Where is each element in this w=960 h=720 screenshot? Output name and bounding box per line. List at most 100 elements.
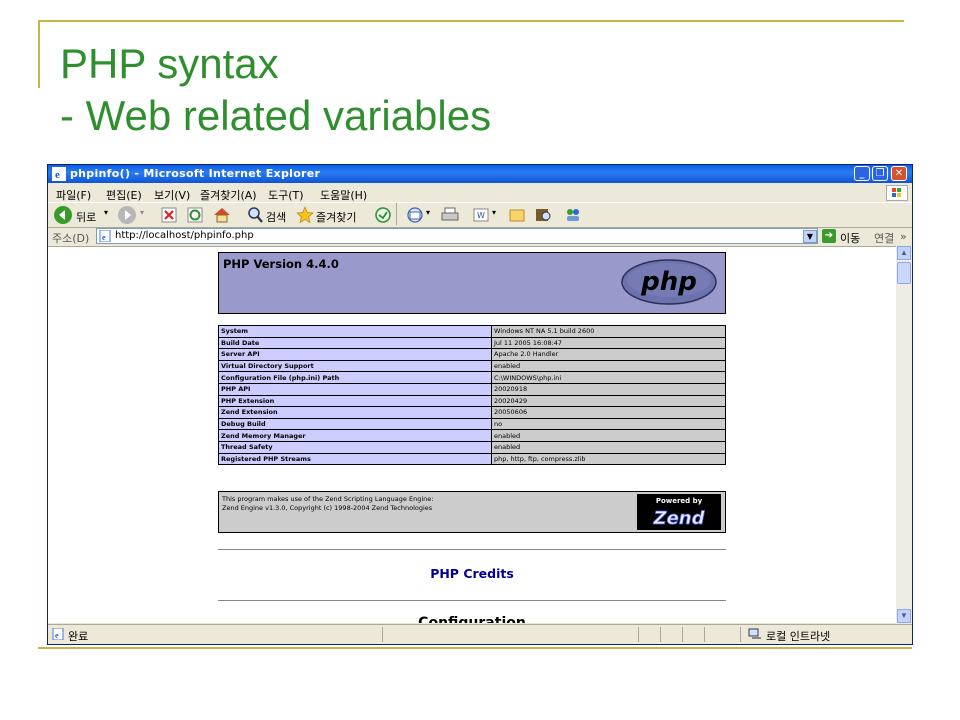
phpinfo-header: PHP Version 4.4.0 php (218, 252, 726, 314)
edit-dropdown-icon[interactable]: ▾ (492, 208, 496, 226)
links-chevron-icon[interactable]: » (900, 230, 907, 243)
svg-text:e: e (102, 233, 106, 242)
row-value: 20020918 (491, 382, 726, 396)
row-value: Apache 2.0 Handler (491, 348, 726, 361)
svg-text:e: e (55, 169, 60, 181)
status-separator (740, 627, 741, 642)
address-input[interactable]: e http://localhost/phpinfo.php ▼ (96, 228, 818, 244)
address-bar: 주소(D) e http://localhost/phpinfo.php ▼ ➔… (48, 228, 912, 246)
print-icon[interactable] (440, 206, 460, 224)
menu-view[interactable]: 보기(V) (154, 187, 190, 203)
row-value: Jul 11 2005 16:08:47 (491, 336, 726, 350)
menu-file[interactable]: 파일(F) (56, 187, 91, 203)
zend-line-1: This program makes use of the Zend Scrip… (222, 495, 434, 503)
mail-icon[interactable] (406, 206, 424, 224)
refresh-icon[interactable] (186, 206, 204, 224)
page-viewport: PHP Version 4.4.0 php System Windows NT N… (48, 246, 896, 623)
row-key: System (218, 325, 492, 338)
status-separator (704, 627, 705, 642)
back-button-label[interactable]: 뒤로 (76, 209, 96, 227)
row-value: enabled (491, 359, 726, 373)
messenger-icon[interactable] (562, 206, 584, 224)
table-row: Configuration File (php.ini) Path C:\WIND… (218, 371, 726, 384)
scroll-down-icon[interactable]: ▼ (897, 609, 911, 623)
menu-tools[interactable]: 도구(T) (268, 187, 304, 203)
menu-favorites[interactable]: 즐겨찾기(A) (200, 187, 257, 203)
scroll-up-icon[interactable]: ▲ (897, 246, 911, 260)
address-dropdown-icon[interactable]: ▼ (803, 230, 817, 243)
menu-help[interactable]: 도움말(H) (320, 187, 367, 203)
php-version: PHP Version 4.4.0 (223, 257, 339, 271)
address-url: http://localhost/phpinfo.php (115, 230, 254, 241)
row-value: 20050606 (491, 406, 726, 419)
svg-text:e: e (55, 631, 59, 640)
media-icon[interactable] (374, 206, 392, 224)
browser-window: e phpinfo() - Microsoft Internet Explore… (47, 164, 913, 645)
security-zone-text: 로컬 인트라넷 (766, 630, 831, 643)
row-key: Server API (218, 348, 492, 361)
row-key: Zend Extension (218, 406, 492, 419)
zend-badge-word: Zend (653, 508, 706, 529)
favorites-button-label[interactable]: 즐겨찾기 (316, 209, 356, 227)
menu-edit[interactable]: 편집(E) (106, 187, 142, 203)
row-value: enabled (491, 440, 726, 454)
folder-icon[interactable] (508, 206, 526, 224)
table-row: Zend Memory Manager enabled (218, 429, 726, 442)
restore-button[interactable]: ❐ (872, 166, 888, 181)
divider (218, 600, 726, 601)
back-dropdown-icon[interactable]: ▾ (104, 208, 108, 226)
table-row: PHP API 20020918 (218, 382, 726, 396)
go-button-label[interactable]: 이동 (840, 230, 860, 246)
ie-icon: e (52, 167, 66, 181)
status-separator (638, 627, 639, 642)
zend-engine-text: This program makes use of the Zend Scrip… (222, 495, 433, 513)
row-key: PHP API (218, 382, 492, 396)
vertical-scrollbar[interactable]: ▲ ▼ (896, 246, 912, 623)
slide-title: PHP syntax - Web related variables (60, 38, 491, 142)
research-icon[interactable] (534, 206, 552, 224)
toolbar-separator (396, 203, 397, 225)
home-icon[interactable] (212, 206, 232, 224)
stop-icon[interactable] (160, 206, 178, 224)
php-logo: php (621, 259, 717, 305)
status-separator (660, 627, 661, 642)
slide-top-rule (38, 20, 904, 22)
search-button-label[interactable]: 검색 (266, 209, 286, 227)
table-row: Thread Safety enabled (218, 440, 726, 454)
go-arrow-icon[interactable]: ➔ (822, 229, 836, 243)
forward-icon[interactable] (118, 206, 136, 224)
row-key: Thread Safety (218, 440, 492, 454)
php-logo-text: php (640, 267, 697, 297)
minimize-button[interactable]: _ (854, 166, 870, 181)
windows-flag-icon (892, 188, 901, 197)
links-label[interactable]: 연결 (874, 230, 894, 246)
slide-bottom-rule (38, 647, 912, 649)
table-row: Build Date Jul 11 2005 16:08:47 (218, 336, 726, 350)
configuration-heading: Configuration (418, 615, 526, 623)
address-label: 주소(D) (52, 232, 90, 245)
slide-left-rule (38, 20, 40, 88)
back-icon[interactable] (54, 206, 72, 224)
close-button[interactable]: ✕ (891, 166, 907, 181)
mail-dropdown-icon[interactable]: ▾ (426, 208, 430, 226)
favorites-star-icon[interactable] (296, 206, 314, 224)
window-titlebar[interactable]: e phpinfo() - Microsoft Internet Explore… (48, 165, 912, 183)
search-icon[interactable] (246, 206, 264, 224)
row-key: Registered PHP Streams (218, 452, 492, 466)
zend-logo: Powered by Zend (637, 494, 721, 530)
slide-title-line2: - Web related variables (60, 92, 492, 139)
scroll-thumb[interactable] (897, 262, 911, 284)
table-row: Virtual Directory Support enabled (218, 359, 726, 373)
status-text: 완료 (68, 630, 89, 643)
row-value: 20020429 (491, 394, 726, 408)
edit-icon[interactable]: W (472, 206, 490, 224)
table-row: System Windows NT NA 5.1 build 2600 (218, 325, 726, 338)
row-value: Windows NT NA 5.1 build 2600 (491, 325, 726, 338)
table-row: Debug Build no (218, 417, 726, 431)
row-value: enabled (491, 429, 726, 442)
svg-text:W: W (477, 211, 485, 220)
php-credits-link[interactable]: PHP Credits (218, 566, 726, 581)
window-title: phpinfo() - Microsoft Internet Explorer (70, 167, 321, 180)
row-value: C:\WINDOWS\php.ini (491, 371, 726, 384)
forward-dropdown-icon[interactable]: ▾ (140, 208, 144, 226)
